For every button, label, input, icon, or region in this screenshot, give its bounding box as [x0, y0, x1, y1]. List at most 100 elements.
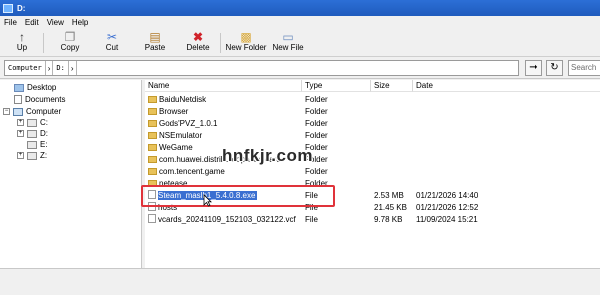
- file-size: 21.45 KB: [374, 203, 407, 212]
- paste-button[interactable]: ▤ Paste: [141, 31, 169, 55]
- file-type: Folder: [305, 107, 328, 116]
- tree-item-desktop[interactable]: Desktop: [14, 82, 56, 93]
- menu-view[interactable]: View: [47, 18, 64, 27]
- folder-tree: Desktop Documents − Computer + C: + D: E…: [0, 80, 142, 268]
- folder-icon: [148, 120, 157, 127]
- file-name: com.tencent.game: [159, 167, 225, 176]
- file-name: Gods'PVZ_1.0.1: [159, 119, 218, 128]
- file-name: Browser: [159, 107, 189, 116]
- expand-icon[interactable]: +: [17, 130, 24, 137]
- file-row[interactable]: NSEmulator Folder: [145, 130, 600, 142]
- drive-icon: [27, 118, 37, 127]
- file-name: NSEmulator: [159, 131, 203, 140]
- chevron-right-icon[interactable]: ›: [46, 61, 54, 75]
- scissors-icon: ✂: [106, 30, 118, 44]
- menu-bar: File Edit View Help: [0, 16, 600, 29]
- file-type: Folder: [305, 131, 328, 140]
- file-date: 01/21/2026 12:52: [416, 203, 479, 212]
- copy-button[interactable]: ❐ Copy: [56, 31, 84, 55]
- file-type: Folder: [305, 95, 328, 104]
- tree-item-drive-c[interactable]: + C:: [17, 117, 48, 128]
- tree-item-computer[interactable]: − Computer: [3, 106, 61, 117]
- address-box[interactable]: Computer › D: ›: [4, 60, 519, 76]
- file-type: Folder: [305, 155, 328, 164]
- tree-item-drive-d[interactable]: + D:: [17, 128, 48, 139]
- file-size: 9.78 KB: [374, 215, 403, 224]
- tree-item-drive-z[interactable]: + Z:: [17, 150, 47, 161]
- column-header-type[interactable]: Type: [302, 80, 371, 92]
- file-size: 2.53 MB: [374, 191, 404, 200]
- search-input[interactable]: Search: [568, 60, 600, 76]
- file-name-cell: Gods'PVZ_1.0.1: [148, 118, 300, 130]
- folder-icon: [148, 96, 157, 103]
- breadcrumb-d[interactable]: D:: [53, 61, 69, 75]
- drive-icon: [27, 140, 37, 149]
- address-bar: Computer › D: › ➞ ↻ Search: [0, 57, 600, 79]
- expand-icon[interactable]: +: [17, 119, 24, 126]
- drive-icon: [27, 129, 37, 138]
- file-row[interactable]: Gods'PVZ_1.0.1 Folder: [145, 118, 600, 130]
- new-folder-button[interactable]: ▩ New Folder: [225, 31, 267, 55]
- file-date: 11/09/2024 15:21: [416, 215, 478, 224]
- file-row[interactable]: WeGame Folder: [145, 142, 600, 154]
- chevron-right-icon[interactable]: ›: [69, 61, 77, 75]
- file-name: BaiduNetdisk: [159, 95, 207, 104]
- toolbar-separator: [220, 33, 221, 53]
- clipboard-icon: ▤: [149, 30, 161, 44]
- file-name-cell: NSEmulator: [148, 130, 300, 142]
- file-name: vcards_20241109_152103_032122.vcf: [158, 215, 296, 224]
- column-header-size[interactable]: Size: [371, 80, 413, 92]
- column-header-date[interactable]: Date: [413, 80, 600, 92]
- go-arrow-icon[interactable]: ➞: [525, 60, 542, 76]
- folder-icon: [148, 132, 157, 139]
- copy-icon: ❐: [64, 30, 76, 44]
- menu-file[interactable]: File: [4, 18, 17, 27]
- new-file-button[interactable]: ▭ New File: [272, 31, 304, 55]
- expand-icon[interactable]: +: [17, 152, 24, 159]
- file-row[interactable]: Browser Folder: [145, 106, 600, 118]
- file-icon: [148, 214, 156, 223]
- desktop-icon: [14, 83, 24, 92]
- computer-icon: [13, 107, 23, 116]
- file-name-cell: BaiduNetdisk: [148, 94, 300, 106]
- column-header-name[interactable]: Name: [145, 80, 302, 92]
- folder-icon: [148, 144, 157, 151]
- file-type: File: [305, 215, 318, 224]
- tree-item-drive-e[interactable]: E:: [27, 139, 48, 150]
- file-type: Folder: [305, 143, 328, 152]
- new-file-icon: ▭: [282, 30, 294, 44]
- up-arrow-icon: ↑: [19, 30, 25, 44]
- breadcrumb-computer[interactable]: Computer: [5, 61, 46, 75]
- tree-item-documents[interactable]: Documents: [14, 94, 65, 105]
- folder-icon: [148, 156, 157, 163]
- file-row[interactable]: com.huawei.distributedpasteboard Folder: [145, 154, 600, 166]
- refresh-icon[interactable]: ↻: [546, 60, 563, 76]
- file-row[interactable]: com.tencent.game Folder: [145, 166, 600, 178]
- up-button[interactable]: ↑ Up: [10, 31, 34, 55]
- file-list: Name Type Size Date BaiduNetdisk Folder Br…: [145, 80, 600, 268]
- file-name-cell: Browser: [148, 106, 300, 118]
- app-icon: [3, 3, 13, 13]
- file-name-cell: vcards_20241109_152103_032122.vcf: [148, 214, 300, 226]
- delete-icon: ✖: [192, 30, 204, 44]
- window-title: D:: [17, 3, 26, 13]
- toolbar: ↑ Up ❐ Copy ✂ Cut ▤ Paste ✖ Delete ▩ New…: [0, 29, 600, 57]
- menu-edit[interactable]: Edit: [25, 18, 39, 27]
- folder-icon: [148, 108, 157, 115]
- toolbar-separator: [43, 33, 44, 53]
- status-bar: [0, 268, 600, 295]
- drive-icon: [27, 151, 37, 160]
- file-date: 01/21/2026 14:40: [416, 191, 479, 200]
- file-name-cell: com.tencent.game: [148, 166, 300, 178]
- collapse-icon[interactable]: −: [3, 108, 10, 115]
- watermark: hnfkjr.com: [222, 146, 313, 165]
- cut-button[interactable]: ✂ Cut: [100, 31, 124, 55]
- file-row[interactable]: BaiduNetdisk Folder: [145, 94, 600, 106]
- file-type: Folder: [305, 119, 328, 128]
- highlight-box: [141, 185, 335, 207]
- file-row[interactable]: vcards_20241109_152103_032122.vcf File 9.7…: [145, 214, 600, 226]
- delete-button[interactable]: ✖ Delete: [184, 31, 212, 55]
- menu-help[interactable]: Help: [72, 18, 88, 27]
- folder-icon: [148, 168, 157, 175]
- new-folder-icon: ▩: [240, 30, 252, 44]
